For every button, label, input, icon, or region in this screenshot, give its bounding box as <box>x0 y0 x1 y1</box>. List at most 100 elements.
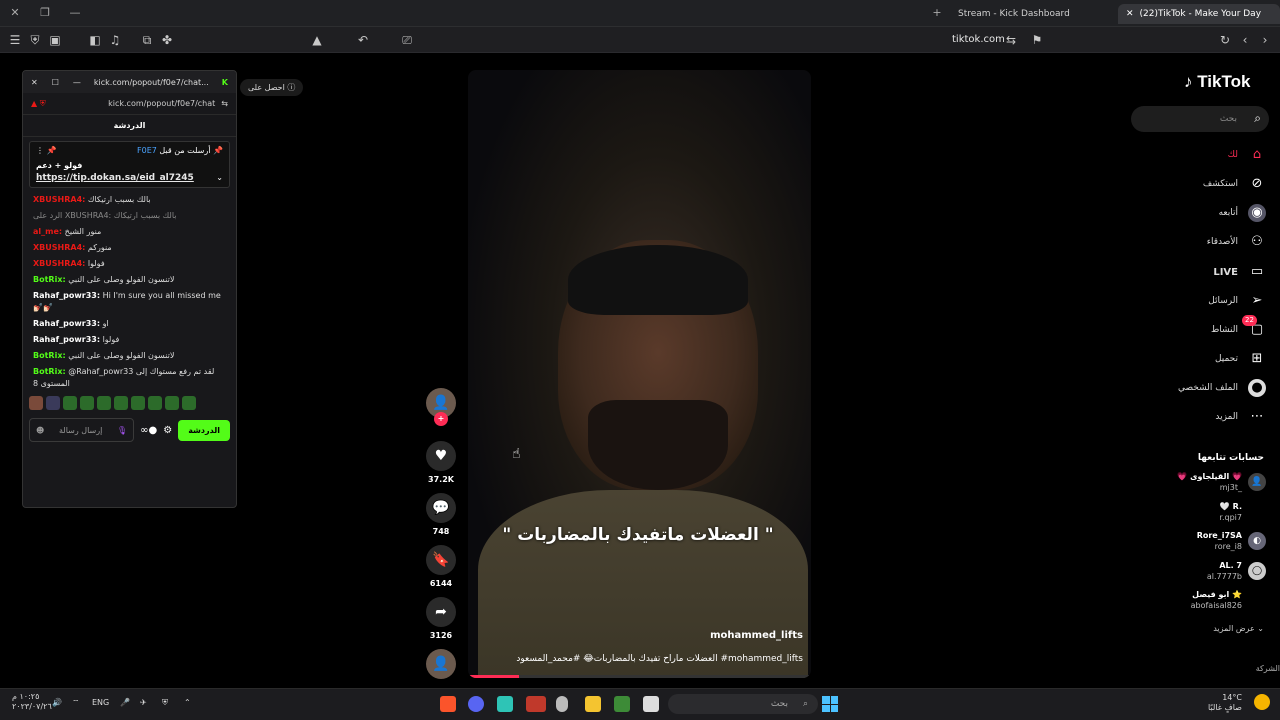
nav-following[interactable]: أتابعه ◉ <box>1219 203 1266 223</box>
security-icon[interactable]: ⛨ <box>162 698 168 708</box>
close-tab-icon[interactable]: ✕ <box>1126 9 1134 19</box>
chat-username[interactable]: Rahaf_powr33: <box>33 291 100 300</box>
emoji-icon[interactable]: ☻ <box>36 426 44 435</box>
followed-account[interactable]: ابو فيصل ⭐ abofaisal826 <box>1191 589 1266 611</box>
brave-taskbar-icon[interactable] <box>440 696 456 712</box>
like-button[interactable]: ♥ 37.2K <box>426 441 456 484</box>
pin-menu-icon[interactable]: ⋮ 📌 <box>36 146 57 155</box>
tab-tiktok[interactable]: ✕ (22)TikTok - Make Your Day <box>1118 4 1280 24</box>
chat-username[interactable]: BotRix: <box>33 275 66 284</box>
wallet-icon[interactable]: ▣ <box>48 33 62 47</box>
nav-explore[interactable]: استكشف ⊘ <box>1203 174 1266 194</box>
wifi-icon[interactable]: ⌔ <box>72 698 80 708</box>
music-icon[interactable]: ♫ <box>108 33 122 47</box>
minimize-popup-icon[interactable]: — <box>73 78 81 87</box>
input-language[interactable]: ENG <box>92 698 109 707</box>
emote-icon[interactable] <box>165 396 179 410</box>
music-disc-button[interactable]: 👤 <box>426 649 456 683</box>
emote-icon[interactable] <box>114 396 128 410</box>
restore-window-icon[interactable]: ❐ <box>38 6 52 20</box>
tabs-icon[interactable]: ⧉ <box>140 33 154 47</box>
pinned-link[interactable]: https://tip.dokan.sa/eid_al7245 <box>36 173 194 183</box>
forward-icon[interactable]: › <box>1258 33 1272 47</box>
video-player[interactable]: " العضلات ماتفيدك بالمضاربات " mohammed_… <box>468 70 811 678</box>
followed-account[interactable]: 💗 القيلجاوى 💗 mj3t_ 👤 <box>1177 471 1266 493</box>
save-button[interactable]: 🔖 6144 <box>426 545 456 588</box>
weather-widget[interactable]: 14°C صافٍ غالبًا <box>1208 693 1242 713</box>
telegram-icon[interactable]: ✈ <box>140 698 147 707</box>
sidebar-icon[interactable]: ◧ <box>88 33 102 47</box>
nav-more[interactable]: المزيد ⋯ <box>1215 407 1266 427</box>
shield-icon[interactable]: ⛨ <box>28 33 42 47</box>
tab-kick-dashboard[interactable]: Stream - Kick Dashboard <box>950 4 1080 24</box>
volume-tray-icon[interactable]: 🔊 <box>52 698 62 707</box>
nav-activity[interactable]: النشاط ▢ 22 <box>1211 315 1266 340</box>
search-icon[interactable]: ⌕ <box>1254 111 1261 126</box>
app-taskbar-icon[interactable] <box>497 696 513 712</box>
clock[interactable]: ١٠:٢٥ م ٢٠٢٣/٠٧/٢٦ <box>12 692 52 712</box>
followed-account[interactable]: 🤍 R. r.qpi7 <box>1219 501 1266 523</box>
followed-account[interactable]: AL. 7 al.7777b ◯ <box>1207 560 1266 582</box>
cast-icon[interactable]: ⎚ <box>400 33 414 47</box>
start-icon[interactable] <box>822 696 838 712</box>
comment-button[interactable]: 💬 748 <box>426 493 456 536</box>
search-input[interactable]: بحث ⌕ <box>1131 106 1269 132</box>
mouse-taskbar-icon[interactable] <box>556 696 568 712</box>
company-link[interactable]: الشركة <box>1256 664 1280 673</box>
mic-tray-icon[interactable]: 🎤 <box>120 698 130 707</box>
maximize-popup-icon[interactable]: ☐ <box>52 78 59 87</box>
emote-icon[interactable] <box>131 396 145 410</box>
menu-icon[interactable]: ☰ <box>8 33 22 47</box>
emote-icon[interactable] <box>80 396 94 410</box>
discord-taskbar-icon[interactable] <box>468 696 484 712</box>
chat-username[interactable]: XBUSHRA4: <box>33 195 85 204</box>
mic-icon[interactable]: 🎙 <box>117 426 127 435</box>
nav-friends[interactable]: الأصدقاء ⚇ <box>1207 232 1266 252</box>
chat-username[interactable]: XBUSHRA4: <box>33 243 85 252</box>
emote-icon[interactable] <box>29 396 43 410</box>
video-username[interactable]: mohammed_lifts <box>710 630 803 641</box>
close-window-icon[interactable]: ✕ <box>8 6 22 20</box>
nav-for-you[interactable]: لك ⌂ <box>1228 145 1266 165</box>
new-tab-icon[interactable]: + <box>930 6 944 20</box>
store-taskbar-icon[interactable] <box>614 696 630 712</box>
site-settings-icon[interactable]: ⇆ <box>1004 33 1018 47</box>
share-icon[interactable]: ↶ <box>356 33 370 47</box>
address-bar[interactable]: tiktok.com <box>952 34 1005 45</box>
nav-upload[interactable]: تحميل ⊞ <box>1215 349 1266 369</box>
follow-plus-icon[interactable]: + <box>434 412 448 426</box>
task-view-icon[interactable] <box>643 696 659 712</box>
bookmark-icon[interactable]: ⚑ <box>1030 33 1044 47</box>
brave-rewards-icon[interactable]: ▲ <box>310 33 324 47</box>
close-popup-icon[interactable]: ✕ <box>31 78 38 87</box>
share-button[interactable]: ➦ 3126 <box>426 597 456 640</box>
see-more-button[interactable]: عرض المزيد ⌄ <box>1213 624 1264 633</box>
tray-overflow-icon[interactable]: ⌃ <box>184 698 191 707</box>
nav-live[interactable]: LIVE ▭ <box>1213 262 1266 282</box>
creator-avatar-button[interactable]: 👤 + <box>426 388 456 426</box>
minimize-window-icon[interactable]: — <box>68 6 82 20</box>
emote-icon[interactable] <box>182 396 196 410</box>
popup-address-bar[interactable]: ▲ ⛨ kick.com/popout/f0e7/chat ⇆ <box>23 93 236 115</box>
followed-account[interactable]: Rore_i7SA rore_i8 ◐ <box>1197 530 1266 552</box>
send-chat-button[interactable]: الدردشة <box>178 419 230 441</box>
video-progress-bar[interactable] <box>468 675 811 678</box>
emote-icon[interactable] <box>46 396 60 410</box>
chat-username[interactable]: XBUSHRA4: <box>33 259 85 268</box>
extension-tip[interactable]: احصل على ⓘ <box>240 79 304 96</box>
chat-username[interactable]: Rahaf_powr33: <box>33 335 100 344</box>
chat-username[interactable]: Rahaf_powr33: <box>33 319 100 328</box>
taskbar-search[interactable]: بحث ⌕ <box>668 694 818 714</box>
kick-points-icon[interactable]: ∞● <box>140 425 157 436</box>
puzzle-icon[interactable]: ✤ <box>160 33 174 47</box>
file-explorer-icon[interactable] <box>585 696 601 712</box>
chat-username[interactable]: BotRix: <box>33 351 66 360</box>
settings-gear-icon[interactable]: ⚙ <box>163 425 172 436</box>
reload-icon[interactable]: ↻ <box>1218 33 1232 47</box>
emote-icon[interactable] <box>97 396 111 410</box>
nav-profile[interactable]: الملف الشخصي ● <box>1178 378 1266 398</box>
emote-icon[interactable] <box>148 396 162 410</box>
emote-icon[interactable] <box>63 396 77 410</box>
chat-username[interactable]: al_me: <box>33 227 62 236</box>
nav-messages[interactable]: الرسائل ➢ <box>1208 291 1266 311</box>
